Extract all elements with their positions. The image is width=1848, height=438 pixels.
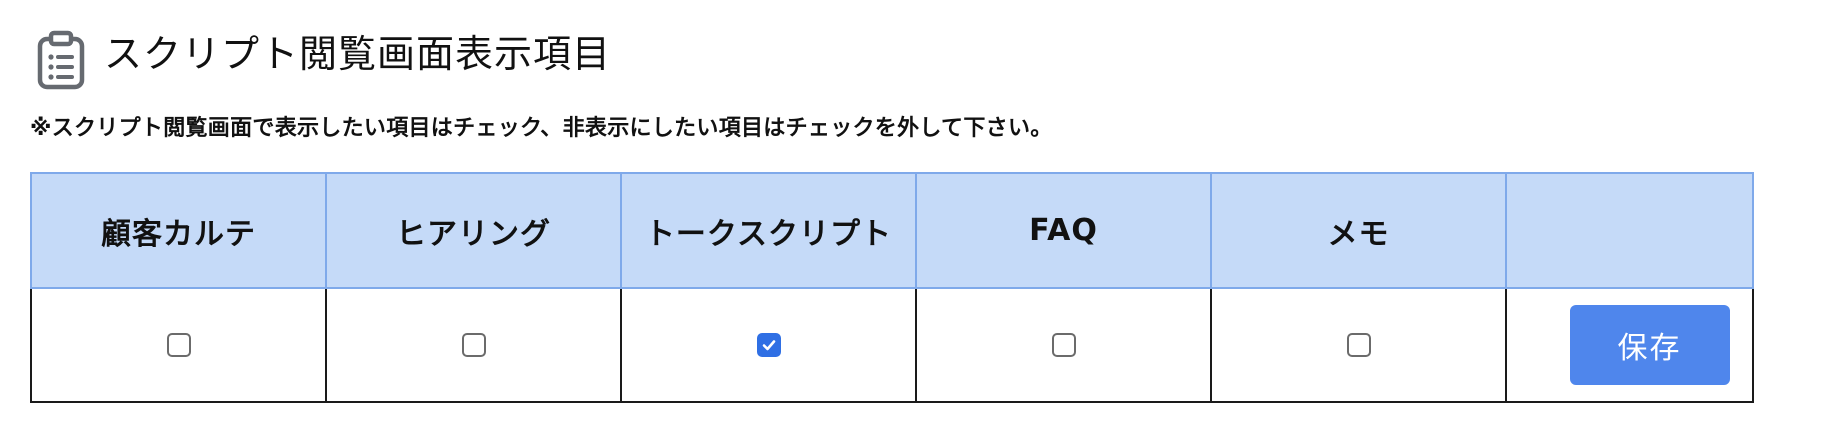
page-title: スクリプト閲覧画面表示項目 (104, 32, 612, 76)
column-header-hearing: ヒアリング (325, 172, 622, 289)
hearing-checkbox[interactable] (461, 333, 486, 357)
clipboard-list-icon (37, 30, 85, 90)
cell-talk-script (620, 287, 917, 403)
cell-memo (1210, 287, 1507, 403)
column-header-memo: メモ (1210, 172, 1507, 289)
column-header-action (1505, 172, 1754, 289)
checkbox-row: 保存 (30, 287, 1754, 403)
column-header-customer-chart: 顧客カルテ (30, 172, 327, 289)
cell-faq (915, 287, 1212, 403)
display-settings-table: 顧客カルテ ヒアリング トークスクリプト FAQ メモ 保存 (30, 172, 1754, 403)
instruction-text: ※スクリプト閲覧画面で表示したい項目はチェック、非表示にしたい項目はチェックを外… (30, 116, 1053, 141)
page-header: スクリプト閲覧画面表示項目 (36, 30, 611, 90)
cell-hearing (325, 287, 622, 403)
customer-chart-checkbox[interactable] (166, 333, 191, 357)
memo-checkbox[interactable] (1346, 333, 1371, 357)
cell-save: 保存 (1505, 287, 1754, 403)
talk-script-checkbox[interactable] (756, 333, 781, 357)
column-header-faq: FAQ (915, 172, 1212, 289)
header-row: 顧客カルテ ヒアリング トークスクリプト FAQ メモ (30, 172, 1754, 289)
checkmark-icon (762, 340, 775, 351)
save-button[interactable]: 保存 (1569, 305, 1730, 385)
cell-customer-chart (30, 287, 327, 403)
column-header-talk-script: トークスクリプト (620, 172, 917, 289)
faq-checkbox[interactable] (1051, 333, 1076, 357)
